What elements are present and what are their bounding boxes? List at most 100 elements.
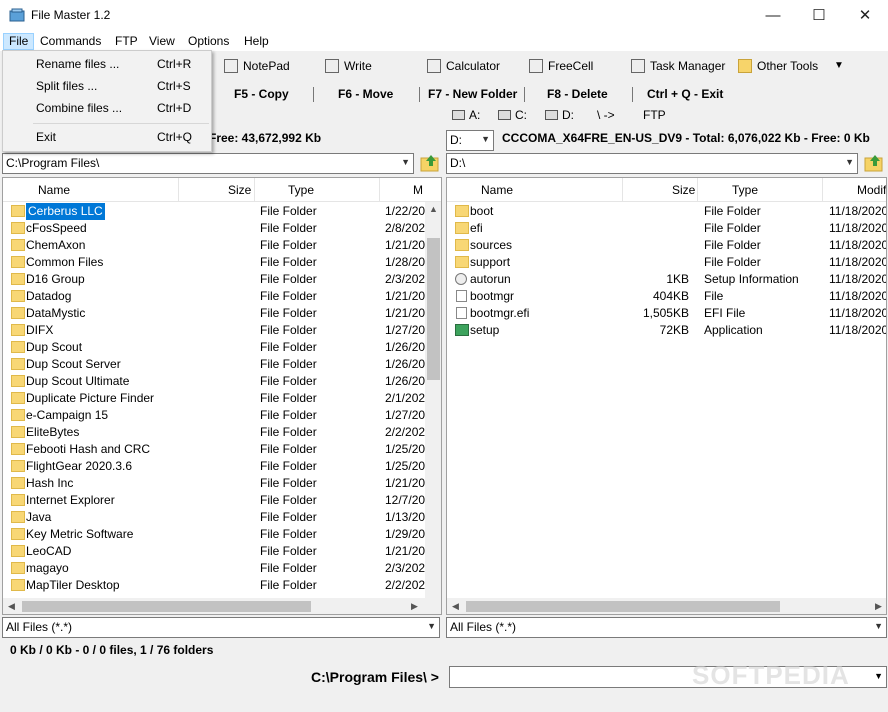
scroll-left-icon[interactable]: ◀ xyxy=(8,601,15,612)
table-row[interactable]: autorun 1KB Setup Information 11/18/2020 xyxy=(447,271,886,288)
table-row[interactable]: bootmgr 404KB File 11/18/2020 xyxy=(447,288,886,305)
right-path-combo[interactable]: D:\ ▼ xyxy=(446,153,858,174)
table-row[interactable]: bootmgr.efi 1,505KB EFI File 11/18/2020 xyxy=(447,305,886,322)
f8-delete-button[interactable]: F8 - Delete xyxy=(547,87,608,101)
menu-commands[interactable]: Commands xyxy=(35,33,106,50)
right-filter-combo[interactable]: All Files (*.*) ▼ xyxy=(446,617,887,638)
network-button[interactable]: \ -> xyxy=(597,108,615,122)
exit-button[interactable]: Ctrl + Q - Exit xyxy=(647,87,723,101)
left-horizontal-scrollbar[interactable]: ◀ ▶ xyxy=(3,598,441,614)
left-file-list[interactable]: Name Size Type M Cerberus LLC File Folder… xyxy=(2,177,442,615)
table-row[interactable]: Datadog File Folder 1/21/20 xyxy=(3,288,441,305)
column-divider[interactable] xyxy=(178,178,179,202)
drive-d-button[interactable]: D: xyxy=(545,108,574,122)
menu-view[interactable]: View xyxy=(144,33,180,50)
left-col-size[interactable]: Size xyxy=(228,183,251,197)
table-row[interactable]: Dup Scout Ultimate File Folder 1/26/20 xyxy=(3,373,441,390)
right-file-list[interactable]: Name Size Type Modifi boot File Folder 11/… xyxy=(446,177,887,615)
table-row[interactable]: Dup Scout Server File Folder 1/26/20 xyxy=(3,356,441,373)
left-filter-combo[interactable]: All Files (*.*) ▼ xyxy=(2,617,440,638)
right-col-modified[interactable]: Modifi xyxy=(857,183,886,197)
drive-c-button[interactable]: C: xyxy=(498,108,527,122)
table-row[interactable]: Key Metric Software File Folder 1/29/20 xyxy=(3,526,441,543)
left-folder-up-icon[interactable] xyxy=(419,152,441,174)
scroll-right-icon[interactable]: ▶ xyxy=(411,601,418,612)
menu-ftp[interactable]: FTP xyxy=(110,33,143,50)
column-divider[interactable] xyxy=(254,178,255,202)
table-row[interactable]: boot File Folder 11/18/2020 xyxy=(447,203,886,220)
folder-icon xyxy=(11,307,25,319)
menu-rename-files[interactable]: Rename files ... Ctrl+R xyxy=(3,53,211,75)
table-row[interactable]: Common Files File Folder 1/28/20 xyxy=(3,254,441,271)
table-row[interactable]: Internet Explorer File Folder 12/7/20 xyxy=(3,492,441,509)
table-row[interactable]: sources File Folder 11/18/2020 xyxy=(447,237,886,254)
right-hscroll-thumb[interactable] xyxy=(466,601,780,612)
table-row[interactable]: support File Folder 11/18/2020 xyxy=(447,254,886,271)
close-button[interactable]: ✕ xyxy=(842,0,888,31)
write-button[interactable]: Write xyxy=(325,57,372,77)
task-manager-button[interactable]: Task Manager xyxy=(631,57,725,77)
freecell-button[interactable]: FreeCell xyxy=(529,57,593,77)
f7-new-folder-button[interactable]: F7 - New Folder xyxy=(428,87,517,101)
table-row[interactable]: Cerberus LLC File Folder 1/22/20 xyxy=(3,203,441,220)
freecell-label: FreeCell xyxy=(548,59,594,73)
right-folder-up-icon[interactable] xyxy=(863,152,885,174)
table-row[interactable]: magayo File Folder 2/3/202 xyxy=(3,560,441,577)
table-row[interactable]: setup 72KB Application 11/18/2020 xyxy=(447,322,886,339)
column-divider[interactable] xyxy=(697,178,698,202)
table-row[interactable]: Febooti Hash and CRC File Folder 1/25/20 xyxy=(3,441,441,458)
notepad-button[interactable]: NotePad xyxy=(224,57,290,77)
table-row[interactable]: Dup Scout File Folder 1/26/20 xyxy=(3,339,441,356)
table-row[interactable]: MapTiler Desktop File Folder 2/2/202 xyxy=(3,577,441,594)
menu-help[interactable]: Help xyxy=(239,33,274,50)
row-modified: 1/13/20 xyxy=(385,510,426,524)
f5-copy-button[interactable]: F5 - Copy xyxy=(234,87,289,101)
ftp-button[interactable]: FTP xyxy=(643,108,666,122)
menu-file[interactable]: File xyxy=(3,33,35,50)
table-row[interactable]: Hash Inc File Folder 1/21/20 xyxy=(3,475,441,492)
left-path-combo[interactable]: C:\Program Files\ ▼ xyxy=(2,153,414,174)
drive-a-button[interactable]: A: xyxy=(452,108,480,122)
column-divider[interactable] xyxy=(622,178,623,202)
scroll-left-icon[interactable]: ◀ xyxy=(452,601,459,612)
left-vertical-scrollbar[interactable]: ▲ xyxy=(425,202,441,598)
right-horizontal-scrollbar[interactable]: ◀ ▶ xyxy=(447,598,886,614)
table-row[interactable]: efi File Folder 11/18/2020 xyxy=(447,220,886,237)
left-col-modified[interactable]: M xyxy=(413,183,423,197)
left-vscroll-thumb[interactable] xyxy=(427,238,440,380)
table-row[interactable]: ChemAxon File Folder 1/21/20 xyxy=(3,237,441,254)
column-divider[interactable] xyxy=(822,178,823,202)
left-hscroll-thumb[interactable] xyxy=(22,601,311,612)
table-row[interactable]: Java File Folder 1/13/20 xyxy=(3,509,441,526)
scroll-right-icon[interactable]: ▶ xyxy=(875,601,882,612)
left-col-name[interactable]: Name xyxy=(38,183,70,197)
table-row[interactable]: FlightGear 2020.3.6 File Folder 1/25/20 xyxy=(3,458,441,475)
other-tools-dropdown-icon[interactable]: ▼ xyxy=(834,60,844,71)
left-col-type[interactable]: Type xyxy=(288,183,314,197)
right-col-type[interactable]: Type xyxy=(732,183,758,197)
menu-options[interactable]: Options xyxy=(183,33,234,50)
f6-move-button[interactable]: F6 - Move xyxy=(338,87,393,101)
table-row[interactable]: Duplicate Picture Finder File Folder 2/1/2… xyxy=(3,390,441,407)
other-tools-button[interactable]: Other Tools xyxy=(738,57,818,77)
minimize-button[interactable]: — xyxy=(750,0,796,31)
table-row[interactable]: DIFX File Folder 1/27/20 xyxy=(3,322,441,339)
scroll-up-icon[interactable]: ▲ xyxy=(429,204,438,214)
calculator-button[interactable]: Calculator xyxy=(427,57,500,77)
column-divider[interactable] xyxy=(379,178,380,202)
table-row[interactable]: D16 Group File Folder 2/3/202 xyxy=(3,271,441,288)
table-row[interactable]: LeoCAD File Folder 1/21/20 xyxy=(3,543,441,560)
table-row[interactable]: e-Campaign 15 File Folder 1/27/20 xyxy=(3,407,441,424)
menu-exit[interactable]: Exit Ctrl+Q xyxy=(3,126,211,148)
folder-icon xyxy=(11,358,25,370)
right-col-name[interactable]: Name xyxy=(481,183,513,197)
table-row[interactable]: cFosSpeed File Folder 2/8/202 xyxy=(3,220,441,237)
table-row[interactable]: DataMystic File Folder 1/21/20 xyxy=(3,305,441,322)
menu-combine-files[interactable]: Combine files ... Ctrl+D xyxy=(3,97,211,119)
menu-split-files[interactable]: Split files ... Ctrl+S xyxy=(3,75,211,97)
maximize-button[interactable]: ☐ xyxy=(796,0,842,31)
right-drive-select[interactable]: D: ▼ xyxy=(446,130,494,151)
row-type: Application xyxy=(704,323,763,337)
table-row[interactable]: EliteBytes File Folder 2/2/202 xyxy=(3,424,441,441)
right-col-size[interactable]: Size xyxy=(672,183,695,197)
